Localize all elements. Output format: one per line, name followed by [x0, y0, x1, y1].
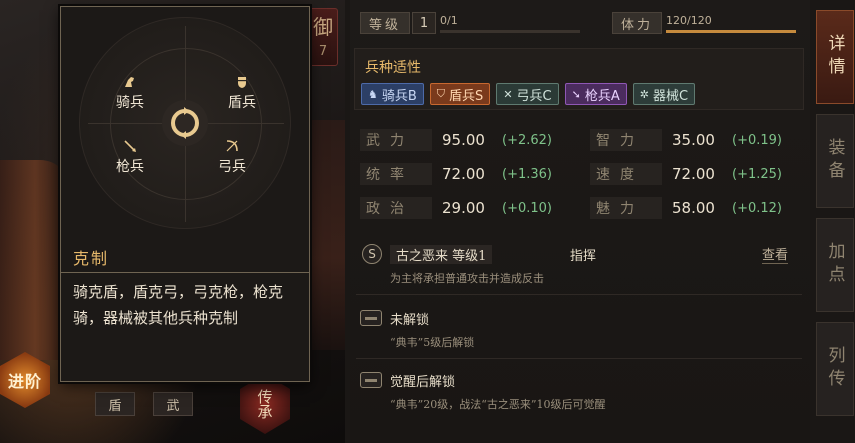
- shield-icon: [234, 74, 250, 90]
- bottom-tags: 盾 武: [95, 392, 193, 416]
- skill-grade-badge: S: [362, 244, 382, 264]
- stat-value: 58.00: [672, 199, 715, 217]
- skill-description: 为主将承担普通攻击并造成反击: [390, 272, 544, 285]
- stamina-text: 120/120: [666, 13, 712, 27]
- general-info-panel: 等级 1 0/1 体力 120/120 兵种适性 ♞ 骑兵B ⛉ 盾兵S ✕ 弓…: [350, 0, 810, 443]
- unit-spear-label: 枪兵: [116, 159, 144, 175]
- skill-description: “典韦”20级，战法“古之恶来”10级后可觉醒: [390, 398, 606, 411]
- skill-name: 觉醒后解锁: [390, 374, 456, 390]
- adapt-spear-label: 枪兵A: [584, 88, 620, 104]
- adapt-cavalry-label: 骑兵B: [381, 88, 417, 104]
- unit-shield: 盾兵: [214, 74, 270, 112]
- stat-bonus: (+2.62): [502, 132, 552, 148]
- counter-tooltip: 骑兵 盾兵 枪兵 弓兵 克制 骑克盾，盾克弓，弓克枪，枪克骑，器械被其他兵种克制: [60, 6, 310, 382]
- troop-adaptation: 兵种适性 ♞ 骑兵B ⛉ 盾兵S ✕ 弓兵C ➘ 枪兵A ✲ 器械C: [354, 48, 804, 110]
- stat-bonus: (+1.25): [732, 166, 782, 182]
- adaptation-list: ♞ 骑兵B ⛉ 盾兵S ✕ 弓兵C ➘ 枪兵A ✲ 器械C: [361, 83, 696, 105]
- defense-value: 7: [318, 43, 328, 59]
- stat-row: 智力 35.00 (+0.19): [590, 128, 800, 152]
- tab-details[interactable]: 详情: [816, 10, 854, 104]
- unit-cavalry-label: 骑兵: [116, 95, 144, 111]
- skill-divider: [356, 294, 802, 295]
- stat-bonus: (+0.12): [732, 200, 782, 216]
- counter-title: 克制: [73, 249, 110, 268]
- stat-name: 智力: [590, 129, 662, 151]
- shield-icon: ⛉: [436, 87, 446, 100]
- locked-scroll-icon: [360, 372, 382, 388]
- counter-wheel: 骑兵 盾兵 枪兵 弓兵: [79, 17, 291, 229]
- horse-icon: ♞: [368, 87, 378, 101]
- level-row: 等级 1 0/1: [360, 12, 581, 34]
- tab-equipment[interactable]: 装备: [816, 114, 854, 208]
- stat-row: 统率 72.00 (+1.36): [360, 162, 570, 186]
- stamina-row: 体力 120/120: [612, 12, 797, 34]
- stamina-label: 体力: [612, 12, 663, 34]
- bow-icon: ✕: [503, 87, 513, 101]
- wheel-icon: ✲: [639, 87, 649, 101]
- skill-name: 未解锁: [390, 312, 430, 328]
- adapt-bow-label: 弓兵C: [516, 88, 552, 104]
- adaptation-title: 兵种适性: [365, 60, 421, 76]
- stat-value: 72.00: [672, 165, 715, 183]
- stat-value: 72.00: [442, 165, 485, 183]
- stat-value: 29.00: [442, 199, 485, 217]
- counter-divider: [61, 272, 309, 273]
- level-label: 等级: [360, 12, 411, 34]
- exp-progress: 0/1: [440, 13, 581, 33]
- unit-cavalry: 骑兵: [102, 74, 158, 112]
- adapt-bow[interactable]: ✕ 弓兵C: [496, 83, 559, 105]
- defense-char: 御: [313, 14, 333, 39]
- skill-view-button[interactable]: 查看: [761, 244, 788, 264]
- stamina-progress: 120/120: [666, 13, 797, 33]
- unit-spear: 枪兵: [102, 138, 158, 176]
- level-value: 1: [412, 12, 437, 34]
- cycle-arrows-icon: [162, 100, 208, 146]
- stat-name: 政治: [360, 197, 432, 219]
- stat-row: 速度 72.00 (+1.25): [590, 162, 800, 186]
- spear-icon: ➘: [571, 87, 581, 101]
- stat-name: 武力: [360, 129, 432, 151]
- unit-bow-label: 弓兵: [218, 159, 246, 175]
- locked-scroll-icon: [360, 310, 382, 326]
- unit-bow: 弓兵: [204, 138, 260, 176]
- exp-bar: [440, 29, 581, 33]
- exp-text: 0/1: [440, 13, 458, 27]
- stat-bonus: (+0.10): [502, 200, 552, 216]
- stat-row: 武力 95.00 (+2.62): [360, 128, 570, 152]
- bottom-tag-force: 武: [153, 392, 193, 416]
- stamina-bar: [666, 29, 797, 33]
- skill-name: 古之恶来 等级1: [390, 244, 493, 264]
- stat-name: 魅力: [590, 197, 662, 219]
- spear-icon: [122, 138, 138, 154]
- stat-name: 统率: [360, 163, 432, 185]
- stat-value: 35.00: [672, 131, 715, 149]
- stat-row: 魅力 58.00 (+0.12): [590, 196, 800, 220]
- skill-name-text: 古之恶来 等级1: [390, 244, 493, 264]
- unit-shield-label: 盾兵: [228, 95, 256, 111]
- adapt-machine[interactable]: ✲ 器械C: [632, 83, 696, 105]
- horse-icon: [122, 74, 138, 90]
- adapt-shield-label: 盾兵S: [449, 88, 484, 104]
- tab-biography[interactable]: 列传: [816, 322, 854, 416]
- adapt-shield[interactable]: ⛉ 盾兵S: [429, 83, 491, 105]
- counter-description: 骑克盾，盾克弓，弓克枪，枪克骑，器械被其他兵种克制: [73, 283, 284, 327]
- stat-value: 95.00: [442, 131, 485, 149]
- adapt-spear[interactable]: ➘ 枪兵A: [564, 83, 627, 105]
- stat-bonus: (+0.19): [732, 132, 782, 148]
- bow-icon: [224, 138, 240, 154]
- adapt-machine-label: 器械C: [652, 88, 689, 104]
- stamina-fill: [666, 29, 797, 33]
- skill-description: “典韦”5级后解锁: [390, 336, 475, 349]
- stat-name: 速度: [590, 163, 662, 185]
- skill-divider: [356, 358, 802, 359]
- tab-points[interactable]: 加点: [816, 218, 854, 312]
- defense-tab[interactable]: 御 7: [308, 8, 338, 66]
- stat-row: 政治 29.00 (+0.10): [360, 196, 570, 220]
- skill-type: 指挥: [570, 248, 597, 264]
- bottom-tag-shield: 盾: [95, 392, 135, 416]
- stat-bonus: (+1.36): [502, 166, 552, 182]
- adapt-cavalry[interactable]: ♞ 骑兵B: [361, 83, 424, 105]
